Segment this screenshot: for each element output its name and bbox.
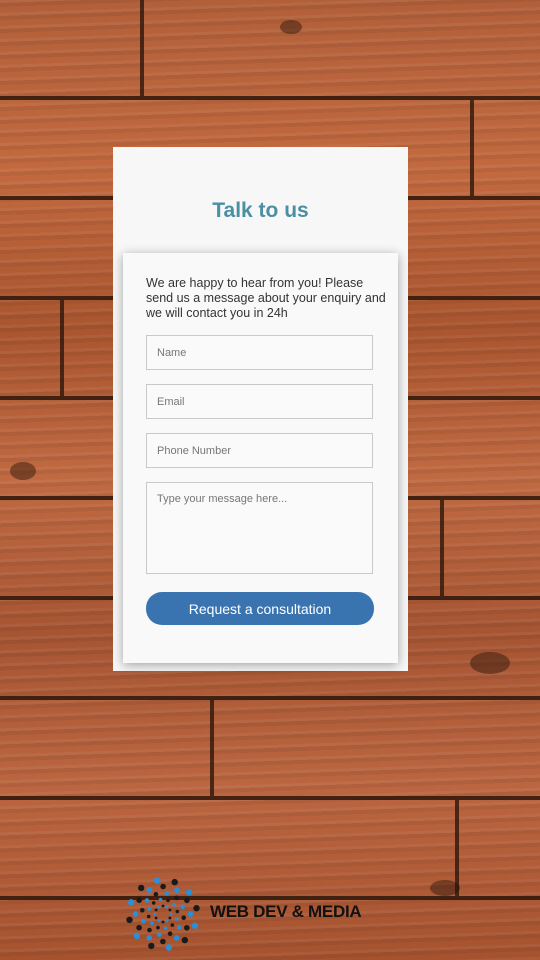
message-field[interactable] [146,482,373,574]
phone-field[interactable] [146,433,373,468]
request-consultation-button[interactable]: Request a consultation [146,592,374,625]
page-title: Talk to us [212,199,309,222]
contact-form-panel: We are happy to hear from you! Please se… [123,253,398,663]
brand-name: WEB DEV & MEDIA [210,902,362,921]
brand-footer: WEB DEV & MEDIA [123,874,383,952]
name-field[interactable] [146,335,373,370]
email-field[interactable] [146,384,373,419]
intro-text: We are happy to hear from you! Please se… [146,276,386,320]
contact-card: Talk to us We are happy to hear from you… [113,147,408,671]
spiral-dots-icon [126,877,200,951]
